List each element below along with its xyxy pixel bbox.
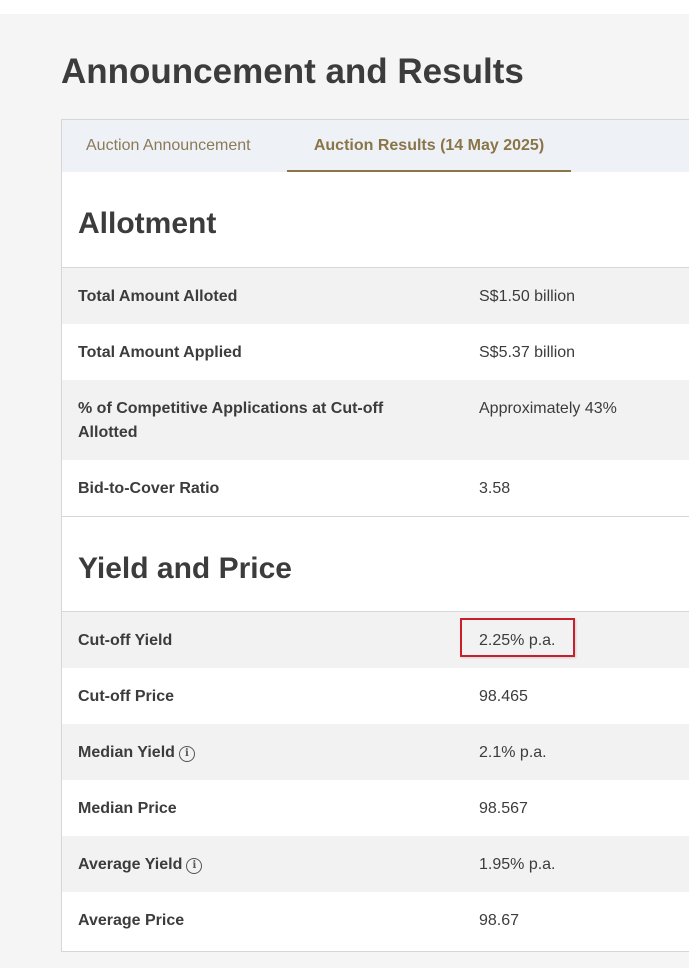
table-row: Median Price 98.567 [62, 780, 689, 836]
table-row: Average Yield i 1.95% p.a. [62, 836, 689, 892]
table-row: Cut-off Yield 2.25% p.a. [62, 612, 689, 668]
row-value: 2.25% p.a. [479, 632, 556, 649]
row-label-text: Average Yield [78, 856, 183, 873]
allotment-heading: Allotment [62, 172, 689, 268]
row-label: % of Competitive Applications at Cut-off… [78, 400, 384, 441]
row-value: 2.1% p.a. [479, 744, 547, 761]
table-row: Average Price 98.67 [62, 892, 689, 948]
info-icon[interactable]: i [186, 858, 203, 874]
row-label: Median Price [78, 800, 177, 817]
row-label: Bid-to-Cover Ratio [78, 480, 220, 497]
row-label: Cut-off Price [78, 688, 174, 705]
tab-bar: Auction Announcement Auction Results (14… [62, 120, 689, 172]
info-icon[interactable]: i [178, 746, 195, 762]
table-row: Total Amount Alloted S$1.50 billion [62, 268, 689, 324]
table-row: Bid-to-Cover Ratio 3.58 [62, 460, 689, 516]
table-row: % of Competitive Applications at Cut-off… [62, 380, 689, 460]
row-label-text: Median Yield [78, 744, 175, 761]
table-row: Median Yield i 2.1% p.a. [62, 724, 689, 780]
yield-price-heading: Yield and Price [62, 516, 689, 612]
row-value: 1.95% p.a. [479, 856, 556, 873]
page-title: Announcement and Results [61, 52, 524, 91]
row-value: Approximately 43% [479, 400, 617, 417]
table-row: Total Amount Applied S$5.37 billion [62, 324, 689, 380]
results-card: Auction Announcement Auction Results (14… [61, 119, 689, 952]
row-label: Total Amount Applied [78, 344, 242, 361]
row-value: S$1.50 billion [479, 288, 576, 305]
tab-auction-announcement[interactable]: Auction Announcement [86, 120, 251, 172]
row-value: 3.58 [479, 480, 511, 497]
row-label-with-info: Median Yield i [62, 724, 464, 765]
row-label: Average Price [78, 912, 185, 929]
top-strip [0, 0, 689, 14]
row-value: 98.465 [479, 688, 528, 705]
row-value: 98.567 [479, 800, 528, 817]
page: Announcement and Results Auction Announc… [0, 0, 689, 968]
row-label: Cut-off Yield [78, 632, 173, 649]
row-label: Total Amount Alloted [78, 288, 238, 305]
table-row: Cut-off Price 98.465 [62, 668, 689, 724]
tab-auction-results[interactable]: Auction Results (14 May 2025) [287, 120, 571, 172]
row-label-with-info: Average Yield i [62, 836, 464, 877]
row-value: 98.67 [479, 912, 520, 929]
row-value: S$5.37 billion [479, 344, 576, 361]
